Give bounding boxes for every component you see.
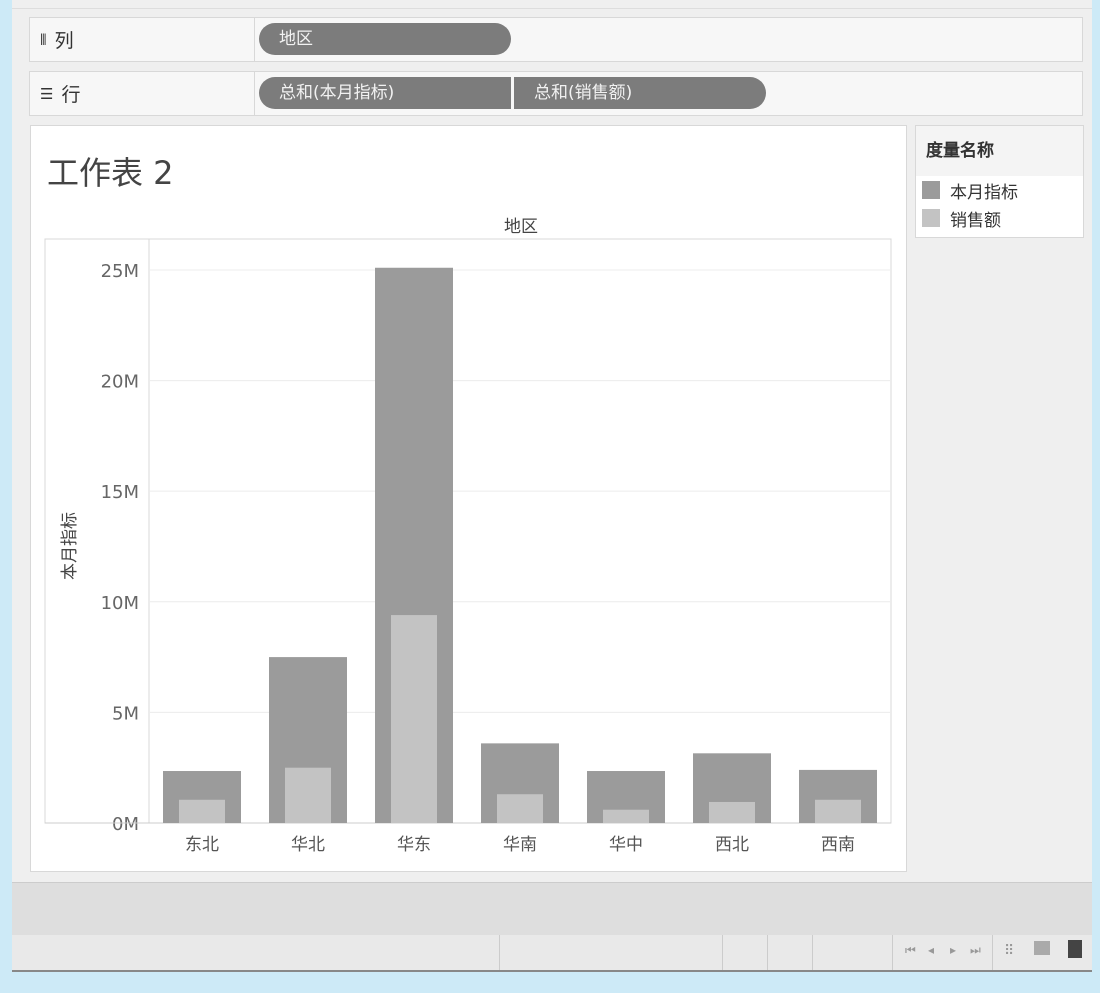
first-page-icon[interactable]: ⏮ (905, 943, 916, 958)
y-tick-label: 5M (112, 703, 139, 724)
columns-label: 列 (54, 30, 74, 52)
divider (812, 935, 813, 970)
pill-target-sum[interactable]: 总和(本月指标) (259, 77, 511, 109)
bar-chart: 地区 本月指标 0M 5M 10M 15M 20M 25M 东北 华北 华东 华南 华中 西北 西南 (44, 217, 892, 855)
x-tick-label: 华北 (291, 835, 325, 855)
plot-frame (44, 238, 892, 824)
columns-shelf-label: ⦀ 列 (30, 18, 255, 61)
y-tick-label: 25M (101, 261, 139, 282)
bar-sales (603, 809, 649, 823)
columns-icon: ⦀ (40, 30, 47, 49)
bar-sales (391, 615, 437, 823)
y-tick-label: 20M (101, 372, 139, 393)
rows-shelf-label: ☰ 行 (30, 72, 255, 115)
status-bar: ⏮ ◂ ▸ ⏭ ⠿ (12, 935, 1092, 970)
x-tick-label: 华南 (503, 835, 537, 855)
bar-sales (497, 794, 543, 823)
toolbar-strip (12, 0, 1092, 9)
divider (992, 935, 993, 970)
legend-label: 销售额 (950, 210, 1001, 231)
next-page-icon[interactable]: ▸ (950, 943, 956, 957)
grid-view-icon[interactable]: ⠿ (1004, 943, 1014, 959)
columns-shelf[interactable]: ⦀ 列 地区 (29, 17, 1083, 62)
y-tick-label: 0M (112, 814, 139, 835)
x-tick-label: 华东 (397, 835, 431, 855)
tableau-window: ⦀ 列 地区 ☰ 行 总和(本月指标) 总和(销售额) 工作表 2 地区 本月指标 … (12, 0, 1092, 972)
legend-swatch (922, 181, 940, 199)
legend-label: 本月指标 (950, 182, 1018, 203)
pill-sales-sum[interactable]: 总和(销售额) (514, 77, 766, 109)
tab-view-icon[interactable] (1068, 940, 1082, 958)
last-page-icon[interactable]: ⏭ (970, 943, 981, 958)
filmstrip-view-icon[interactable] (1034, 941, 1050, 955)
bar-sales (179, 799, 225, 823)
divider (499, 935, 500, 970)
x-tick-label: 西北 (715, 835, 749, 855)
x-tick-label: 华中 (609, 835, 643, 855)
rows-icon: ☰ (40, 84, 54, 103)
legend-title: 度量名称 (916, 126, 1083, 176)
worksheet-view: 工作表 2 地区 本月指标 0M 5M 10M 15M 20M 25M 东北 华北 华东 华南 华中… (30, 125, 907, 872)
bar-sales (815, 799, 861, 823)
rows-label: 行 (61, 84, 81, 106)
bar-sales (709, 801, 755, 823)
legend-item[interactable]: 本月指标 (916, 176, 1083, 204)
x-axis-title: 地区 (504, 217, 538, 237)
legend-item[interactable]: 销售额 (916, 204, 1083, 232)
pill-region[interactable]: 地区 (259, 23, 511, 55)
legend-swatch (922, 209, 940, 227)
prev-page-icon[interactable]: ◂ (928, 943, 934, 957)
legend: 度量名称 本月指标 销售额 (915, 125, 1084, 238)
sheet-tabs-bar (12, 882, 1092, 936)
y-axis-title: 本月指标 (60, 512, 80, 580)
bar-sales (285, 767, 331, 823)
divider (892, 935, 893, 970)
divider (722, 935, 723, 970)
rows-shelf[interactable]: ☰ 行 总和(本月指标) 总和(销售额) (29, 71, 1083, 116)
y-tick-label: 15M (101, 482, 139, 503)
x-tick-label: 东北 (185, 835, 219, 855)
y-tick-label: 10M (101, 593, 139, 614)
divider (767, 935, 768, 970)
x-tick-label: 西南 (821, 835, 855, 855)
